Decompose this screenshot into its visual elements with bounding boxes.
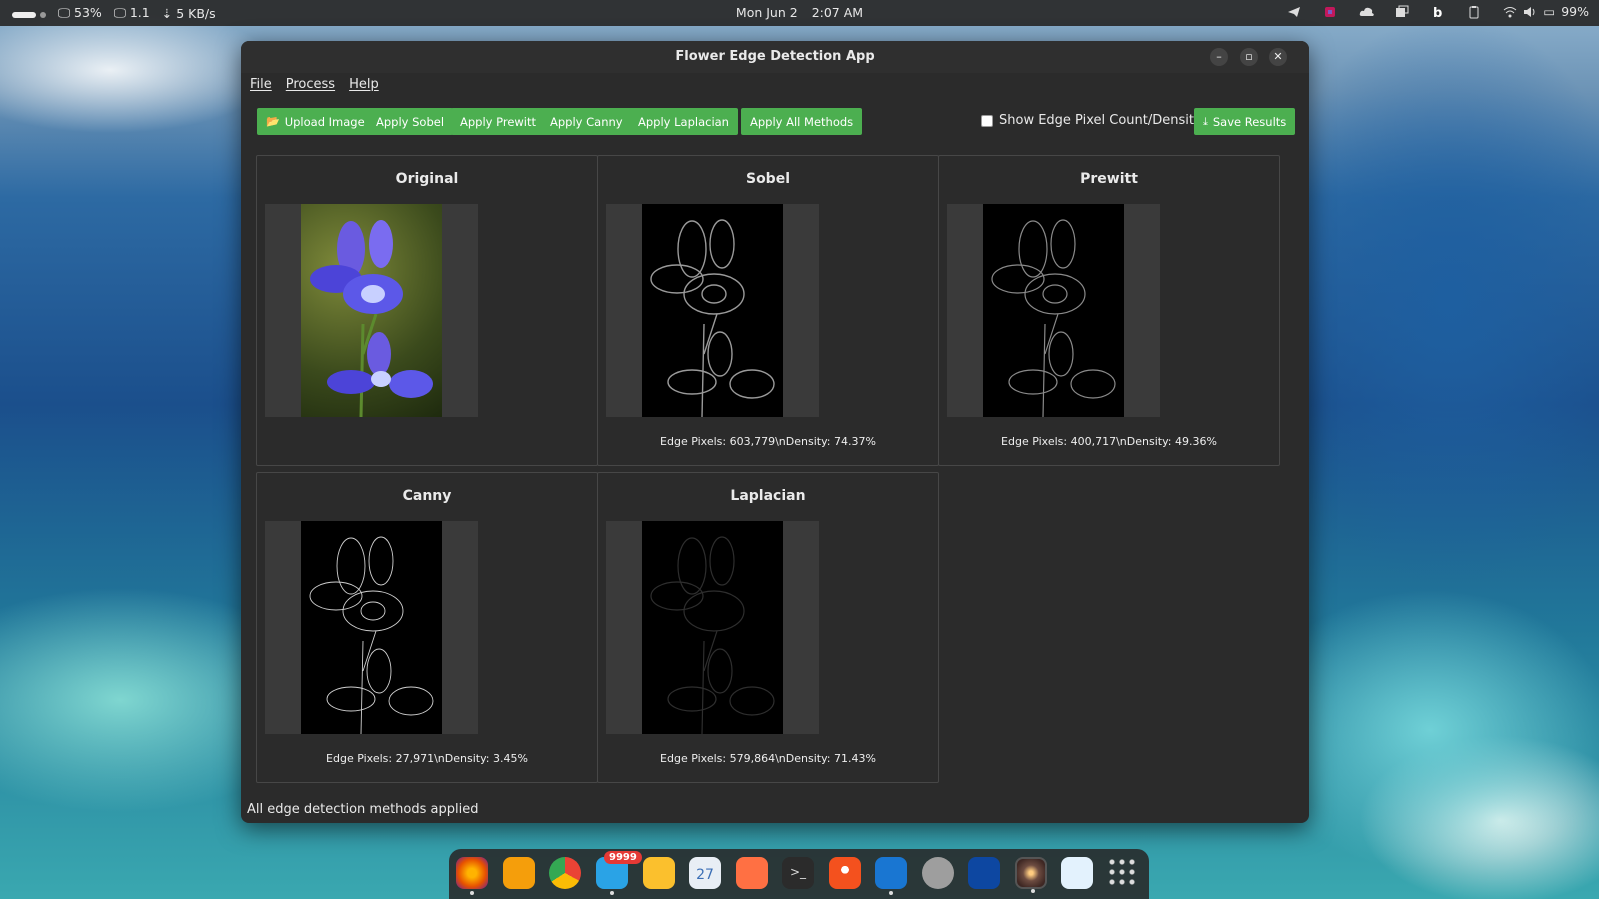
calendar-day: 27 [696,867,714,883]
panel-canny: Canny Edge Pixels: 27,971\nDensity: 3.45… [256,472,598,783]
wifi-icon [1503,5,1517,19]
terminal-icon[interactable]: >_ [782,857,814,889]
telegram-tray-icon[interactable] [1287,5,1301,19]
edge-count-label: Show Edge Pixel Count/Density [999,113,1202,128]
upload-image-button[interactable]: 📂 Upload Image [257,108,374,135]
vscode-icon[interactable] [875,857,907,895]
sobel-edge-image [642,204,783,417]
volume-icon [1523,5,1537,19]
menu-bar: File Process Help [241,73,1309,95]
battery-icon: ▭ [1543,4,1556,19]
ubuntu-icon[interactable] [829,857,861,889]
battery-percent: 99% [1561,4,1589,19]
folder-icon: 📂 [266,115,280,128]
word-icon[interactable] [968,857,1000,889]
store-icon[interactable] [736,857,768,889]
telegram-icon[interactable]: 9999 [596,851,642,895]
panel-title: Laplacian [730,488,806,504]
menu-file[interactable]: File [250,77,272,92]
panel-prewitt: Prewitt Edge Pixels: 400,717\nDensity: 4… [938,155,1280,466]
panel-stat: Edge Pixels: 27,971\nDensity: 3.45% [326,752,528,765]
minimize-button[interactable]: – [1210,48,1228,66]
original-flower-image [301,204,442,417]
settings-icon[interactable] [922,857,954,889]
firefox-icon[interactable] [456,857,488,895]
clock-date: Mon Jun 2 [735,5,798,20]
save-results-button[interactable]: ⤓ Save Results [1194,108,1296,135]
app-tray-icon[interactable] [1323,5,1337,19]
menu-process[interactable]: Process [286,77,335,92]
prewitt-edge-image [983,204,1124,417]
image-frame [265,204,478,417]
apply-all-methods-label: Apply All Methods [750,114,854,129]
menu-help[interactable]: Help [349,77,379,92]
apply-sobel-button[interactable]: Apply Sobel [367,108,454,135]
edge-count-checkbox[interactable] [981,114,993,127]
panel-laplacian: Laplacian Edge Pixels: 579,864\nDensity:… [597,472,939,783]
files-icon[interactable] [643,857,675,889]
status-bar: All edge detection methods applied [247,802,479,817]
apply-prewitt-button[interactable]: Apply Prewitt [451,108,546,135]
apply-laplacian-label: Apply Laplacian [638,114,729,129]
panel-title: Prewitt [1080,171,1138,187]
apply-laplacian-button[interactable]: Apply Laplacian [629,108,738,135]
apply-prewitt-label: Apply Prewitt [460,114,537,129]
apply-sobel-label: Apply Sobel [376,114,445,129]
apply-all-methods-button[interactable]: Apply All Methods [741,108,863,135]
brave-icon[interactable] [503,857,535,889]
panel-sobel: Sobel Edge Pixels: 603,779\nDensity: 74.… [597,155,939,466]
panel-title: Original [395,171,459,187]
panel-title: Canny [402,488,452,504]
window-titlebar[interactable]: Flower Edge Detection App – ▫ ✕ [241,41,1309,73]
upload-image-label: Upload Image [284,114,365,129]
clipboard-tray-icon[interactable] [1467,5,1481,19]
calendar-icon[interactable]: 27 [689,857,721,889]
apply-canny-label: Apply Canny [550,114,623,129]
recycle-bin-icon[interactable] [1061,857,1093,889]
chrome-icon[interactable] [549,857,581,889]
flower-app-icon[interactable] [1015,857,1047,893]
panel-title: Sobel [745,171,791,187]
svg-text:b: b [1433,6,1442,19]
download-icon: ⤓ [1203,114,1208,128]
apply-canny-button[interactable]: Apply Canny [541,108,632,135]
panel-stat: Edge Pixels: 400,717\nDensity: 49.36% [1001,435,1217,448]
system-top-bar: 🖵 53% 🖵 1.1 ⇣ 5 KB/s Mon Jun 2 2:07 AM b [0,0,1599,26]
image-frame [947,204,1160,417]
bluetooth-b-tray-icon[interactable]: b [1431,5,1445,21]
image-frame [265,521,478,734]
panel-stat: Edge Pixels: 603,779\nDensity: 74.37% [660,435,876,448]
app-grid-icon[interactable] [1107,857,1139,889]
edge-count-toggle[interactable]: Show Edge Pixel Count/Density [981,113,1202,128]
dock: 9999 27 >_ [449,849,1149,899]
window-title: Flower Edge Detection App [675,49,875,64]
status-cluster[interactable]: ▭ 99% [1503,4,1589,19]
panel-original: Original [256,155,598,466]
save-results-label: Save Results [1212,114,1287,129]
canny-edge-image [301,521,442,734]
windows-tray-icon[interactable] [1395,5,1409,19]
image-frame [606,204,819,417]
image-frame [606,521,819,734]
clock-time: 2:07 AM [811,5,864,20]
close-button[interactable]: ✕ [1269,48,1287,66]
app-window: Flower Edge Detection App – ▫ ✕ File Pro… [241,41,1309,823]
cloud-tray-icon[interactable] [1359,5,1375,19]
laplacian-edge-image [642,521,783,734]
notification-badge: 9999 [604,851,642,864]
panel-stat: Edge Pixels: 579,864\nDensity: 71.43% [660,752,876,765]
maximize-button[interactable]: ▫ [1240,48,1258,66]
